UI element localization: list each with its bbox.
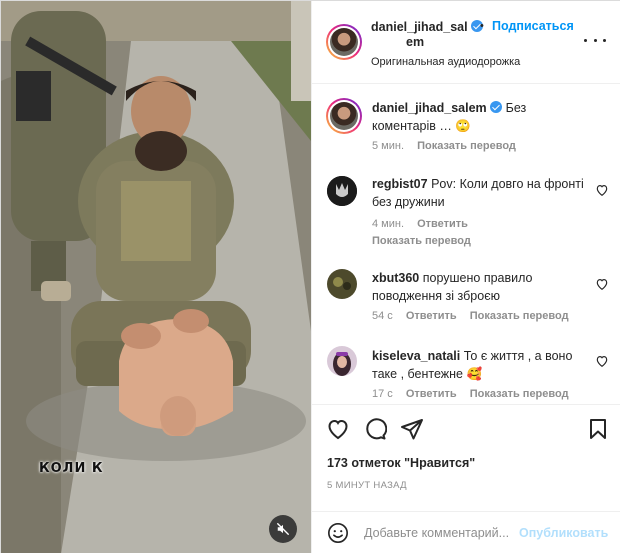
comments-list: daniel_jihad_salem Без коментарів … 🙄 5 …: [312, 85, 620, 403]
comment-composer: Опубликовать: [312, 511, 620, 553]
comment-input[interactable]: [364, 524, 514, 542]
comment-meta: 17 с Ответить Показать перевод: [372, 388, 579, 400]
post-video[interactable]: КОЛИ К: [1, 1, 311, 553]
author-avatar[interactable]: [326, 24, 362, 60]
comment-body: kiseleva_natali То є життя , а воно таке…: [372, 347, 587, 383]
publish-comment-button[interactable]: Опубликовать: [519, 526, 608, 540]
comment-body: daniel_jihad_salem Без коментарів … 🙄: [372, 99, 587, 135]
reply-button[interactable]: Ответить: [406, 388, 457, 400]
likes-count[interactable]: 173 отметок "Нравится": [327, 456, 475, 470]
comment-time: 17 с: [372, 388, 393, 400]
comment-avatar[interactable]: [327, 176, 357, 206]
comment-username[interactable]: kiseleva_natali: [372, 349, 460, 363]
like-comment-heart-icon[interactable]: [595, 354, 609, 368]
speaker-muted-icon: [277, 523, 289, 535]
header-separator: •: [480, 20, 484, 32]
reply-button[interactable]: Ответить: [406, 310, 457, 322]
comment-time: 5 мин.: [372, 140, 405, 152]
show-translation-link[interactable]: Показать перевод: [372, 235, 471, 247]
emoji-smiley-icon[interactable]: [327, 522, 349, 544]
comment-body: regbist07 Pov: Коли довго на фронті без …: [372, 175, 587, 211]
save-bookmark-icon[interactable]: [586, 417, 610, 441]
profile-photo-icon: [327, 346, 357, 376]
original-audio-link[interactable]: Оригинальная аудиодорожка: [371, 56, 520, 68]
reply-button[interactable]: Ответить: [417, 218, 468, 230]
comment-bubble-icon[interactable]: [363, 417, 388, 441]
comment-username[interactable]: daniel_jihad_salem: [372, 101, 487, 115]
like-heart-icon[interactable]: [326, 417, 350, 441]
post-actions-bar: [312, 404, 620, 451]
comment-avatar[interactable]: [326, 98, 362, 134]
verified-badge-icon: [490, 101, 503, 113]
mute-toggle-button[interactable]: [269, 515, 297, 543]
profile-photo-icon: [327, 269, 357, 299]
comment-username[interactable]: xbut360: [372, 271, 419, 285]
comment-meta: 4 мин. Ответить: [372, 218, 478, 230]
comment-username[interactable]: regbist07: [372, 177, 428, 191]
post-timestamp[interactable]: 5 МИНУТ НАЗАД: [327, 480, 407, 491]
comment-avatar[interactable]: [327, 346, 357, 376]
post-side-panel: daniel_jihad_sal em • Подписаться Оригин…: [311, 1, 620, 553]
video-overlay-caption: КОЛИ К: [39, 461, 104, 476]
post-header: daniel_jihad_sal em • Подписаться Оригин…: [312, 1, 620, 84]
comment-meta: 54 с Ответить Показать перевод: [372, 310, 579, 322]
author-username-line2[interactable]: em: [406, 35, 424, 49]
comment-avatar[interactable]: [327, 269, 357, 299]
follow-button[interactable]: Подписаться: [492, 19, 574, 33]
like-comment-heart-icon[interactable]: [595, 277, 609, 291]
comment-meta: 5 мин. Показать перевод: [372, 140, 526, 152]
show-translation-link[interactable]: Показать перевод: [417, 140, 516, 152]
author-username-line1: daniel_jihad_sal: [371, 20, 468, 34]
instagram-post-dialog: КОЛИ К daniel_jihad_sal em • Подписаться…: [0, 0, 620, 553]
show-translation-link[interactable]: Показать перевод: [470, 388, 569, 400]
comment-time: 54 с: [372, 310, 393, 322]
show-translation-link[interactable]: Показать перевод: [470, 310, 569, 322]
comment-body: xbut360 порушено правило поводження зі з…: [372, 269, 587, 305]
trident-avatar-icon: [327, 176, 357, 206]
share-send-icon[interactable]: [400, 417, 424, 441]
like-comment-heart-icon[interactable]: [595, 183, 609, 197]
author-username[interactable]: daniel_jihad_sal: [371, 19, 484, 36]
more-options-icon[interactable]: [584, 33, 606, 47]
comment-time: 4 мин.: [372, 218, 405, 230]
